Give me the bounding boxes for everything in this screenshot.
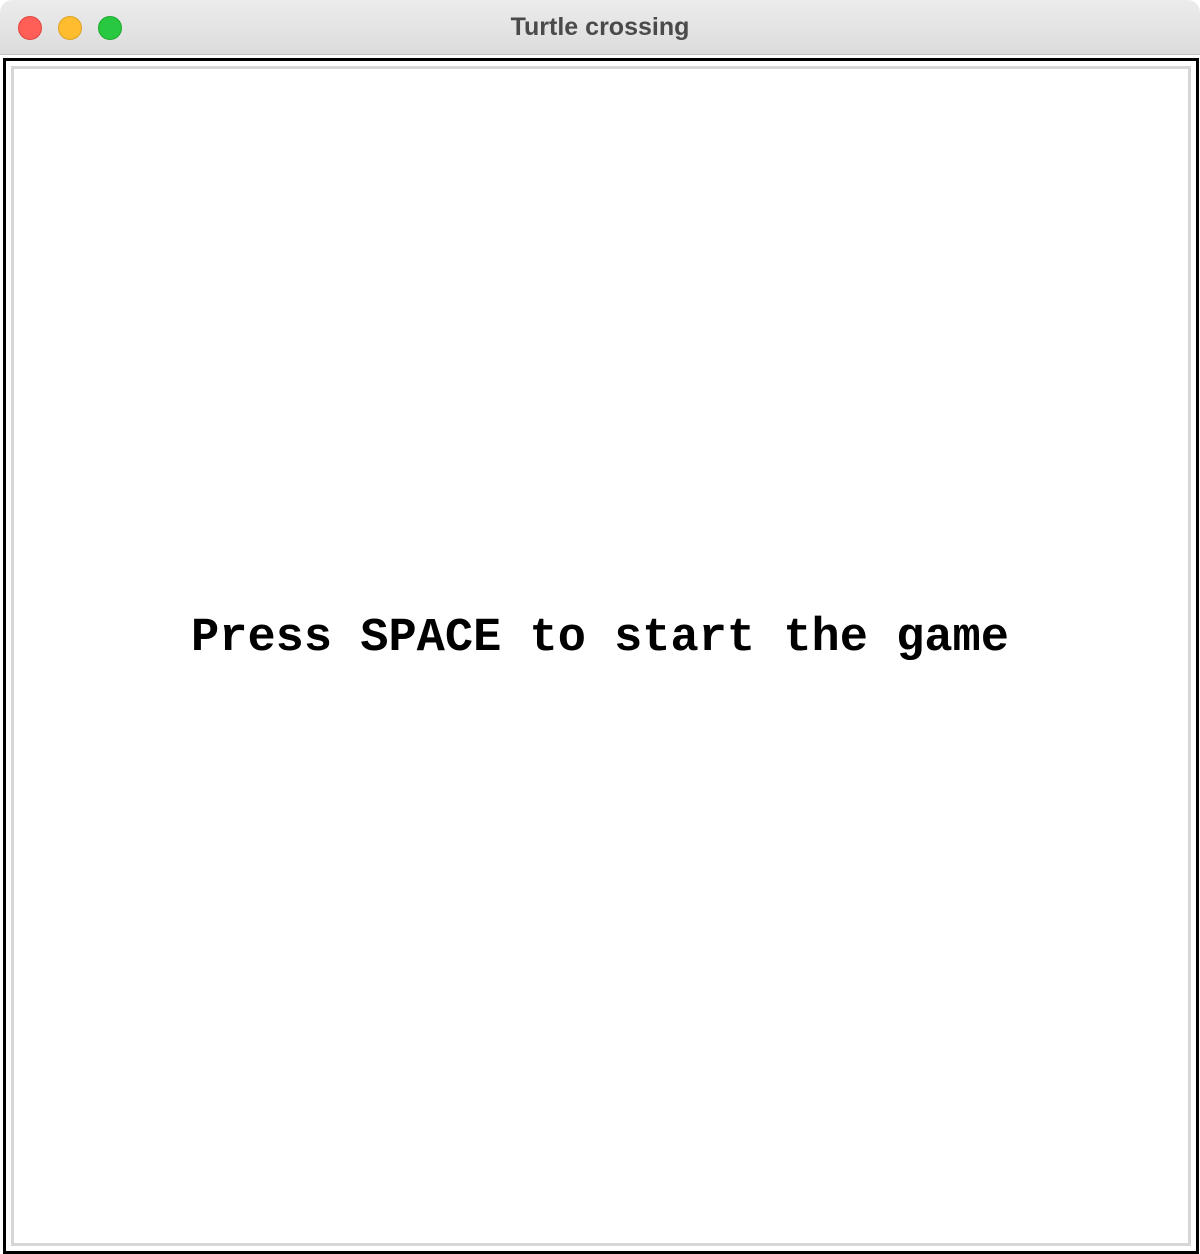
window-title: Turtle crossing	[510, 13, 690, 41]
title-bar[interactable]: Turtle crossing	[0, 0, 1200, 55]
start-prompt-text: Press SPACE to start the game	[191, 612, 1009, 665]
app-window: Turtle crossing Press SPACE to start the…	[0, 0, 1200, 1254]
